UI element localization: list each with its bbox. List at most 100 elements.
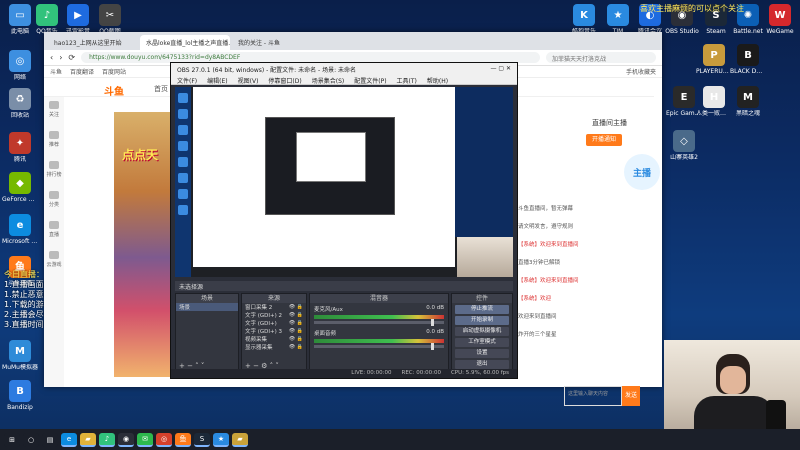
obs-control-button[interactable]: 停止推流: [455, 305, 509, 314]
source-item[interactable]: 视频采集 👁 🔒: [242, 335, 306, 343]
desktop-icon-label: 黑暗之魂: [735, 110, 760, 117]
obs-menu-item[interactable]: 停靠窗口(D): [268, 76, 301, 85]
obs-menu-item[interactable]: 文件(F): [177, 76, 197, 85]
mixer-track-name: 桌面音频: [314, 331, 337, 337]
taskbar-qq-music-icon[interactable]: ♪: [99, 432, 115, 447]
app-icon: ★: [607, 4, 629, 26]
taskbar-obs-icon[interactable]: ◉: [118, 432, 134, 447]
source-properties-bar: 未选择源: [175, 281, 513, 291]
desktop-icon-label: GeForce Experience: [2, 196, 38, 203]
taskbar-douyu-icon[interactable]: 鱼: [175, 432, 191, 447]
obs-control-button[interactable]: 启动虚拟摄像机: [455, 327, 509, 336]
eye-lock-icon[interactable]: 👁 🔒: [289, 304, 303, 310]
eye-lock-icon[interactable]: 👁 🔒: [289, 320, 303, 326]
rail-item[interactable]: 关注: [44, 97, 64, 127]
rail-item[interactable]: 分类: [44, 187, 64, 217]
taskbar-steam-icon[interactable]: S: [194, 432, 210, 447]
browser-tab[interactable]: hao123_上网从这里开始: [48, 35, 138, 50]
desktop-icon[interactable]: P PLAYERUNKNOWN'S BATTLEGROUNDS: [696, 44, 732, 75]
taskbar-edge-icon[interactable]: e: [61, 432, 77, 447]
desktop-icon[interactable]: K酷狗音乐: [566, 4, 602, 35]
source-item[interactable]: 显示器采集 👁 🔒: [242, 343, 306, 351]
desktop-icon[interactable]: ✂QQ截图: [92, 4, 128, 35]
rail-item[interactable]: 推荐: [44, 127, 64, 157]
eye-lock-icon[interactable]: 👁 🔒: [289, 336, 303, 342]
taskbar-tim-icon[interactable]: ★: [213, 432, 229, 447]
bookmark[interactable]: 百度翻译: [70, 67, 94, 76]
rail-label: 关注: [48, 112, 59, 118]
obs-control-button[interactable]: 开始录制: [455, 316, 509, 325]
desktop-icon[interactable]: W WeGame: [762, 4, 798, 35]
app-icon: ♻: [9, 88, 31, 110]
bookmark[interactable]: 百度网站: [102, 67, 126, 76]
taskbar-explorer-icon[interactable]: ▰: [80, 432, 96, 447]
browser-search-input[interactable]: 加菲猫天天打洛克战: [546, 52, 656, 63]
desktop-icon[interactable]: ◇ 山寨英雄2: [666, 130, 702, 161]
desktop-icon[interactable]: M MuMu模拟器: [2, 340, 38, 371]
eye-lock-icon[interactable]: 👁 🔒: [289, 312, 303, 318]
mixer-track: 桌面音频 0.0 dB: [310, 327, 448, 351]
desktop-icon[interactable]: ★TIM: [600, 4, 636, 35]
rail-item[interactable]: 直播: [44, 217, 64, 247]
obs-menu-item[interactable]: 配置文件(P): [354, 76, 386, 85]
controls-dock-header: 控件: [452, 294, 512, 303]
taskbar-wechat-icon[interactable]: ✉: [137, 432, 153, 447]
back-icon[interactable]: ‹: [50, 53, 53, 62]
taskbar-start-icon[interactable]: ⊞: [4, 432, 20, 447]
browser-tab[interactable]: 我的关注 - 斗鱼: [232, 35, 322, 50]
obs-window: OBS 27.0.1 (64 bit, windows) - 配置文件: 未命名…: [170, 62, 518, 379]
chat-message: 欢迎来到直播间: [518, 314, 557, 320]
bookmark[interactable]: 手机收藏夹: [626, 67, 656, 76]
controls-dock: 控件 停止推流开始录制启动虚拟摄像机 工作室模式设置退出: [451, 293, 513, 373]
rail-item[interactable]: 排行榜: [44, 157, 64, 187]
taskbar-search-icon[interactable]: ○: [23, 432, 39, 447]
source-item[interactable]: 文字 (GDI+) 👁 🔒: [242, 319, 306, 327]
chat-message: 【系统】欢迎来到直播间: [518, 242, 579, 248]
desktop-icon[interactable]: ✦ 腾讯: [2, 132, 38, 163]
desktop-icon[interactable]: B BLACK DESERT: [730, 44, 766, 75]
desktop-icon[interactable]: e Microsoft Edge: [2, 214, 38, 245]
obs-control-button[interactable]: 工作室模式: [455, 338, 509, 347]
desktop-icon[interactable]: B Bandizip: [2, 380, 38, 411]
refresh-icon[interactable]: ⟳: [68, 53, 75, 62]
browser-tab-active[interactable]: 水晶loke直播_lol主播之声直播...: [140, 35, 230, 50]
obs-menu-item[interactable]: 场景集合(S): [312, 76, 345, 85]
douyu-logo[interactable]: 斗鱼: [104, 83, 124, 98]
obs-control-button[interactable]: 设置: [455, 349, 509, 358]
window-controls[interactable]: — ▢ ✕: [490, 65, 511, 73]
rail-icon: [49, 251, 59, 259]
scene-item[interactable]: 场景: [176, 303, 238, 311]
volume-fader[interactable]: [314, 343, 444, 350]
eye-lock-icon[interactable]: 👁 🔒: [289, 328, 303, 334]
obs-menu-item[interactable]: 工具(T): [397, 76, 417, 85]
bookmark[interactable]: 斗鱼: [50, 67, 62, 76]
source-item[interactable]: 文字 (GDI+) 3 👁 🔒: [242, 327, 306, 335]
chat-message: 请文明发言，遵守规则: [518, 224, 574, 230]
desktop-icon[interactable]: M 黑暗之魂: [730, 86, 766, 117]
desktop-icon[interactable]: ◆ GeForce Experience: [2, 172, 38, 203]
obs-control-button[interactable]: 退出: [455, 360, 509, 369]
forward-icon[interactable]: ›: [59, 53, 62, 62]
desktop-icon[interactable]: ♻ 回收站: [2, 88, 38, 119]
desktop-icon[interactable]: ▶迅雷影音: [60, 4, 96, 35]
site-nav-home[interactable]: 首页: [154, 84, 168, 94]
volume-fader[interactable]: [314, 319, 444, 326]
taskbar-folder-icon[interactable]: ▰: [232, 432, 248, 447]
desktop-icon[interactable]: H 人类一败涂地 Human Fall Flat: [696, 86, 732, 117]
obs-menu-item[interactable]: 编辑(E): [207, 76, 227, 85]
send-button[interactable]: 发送: [622, 386, 640, 406]
source-item[interactable]: 窗口采集 2 👁 🔒: [242, 303, 306, 311]
mixer-track: 麦克风/Aux 0.0 dB: [310, 303, 448, 327]
desktop-icon[interactable]: ◎ 网络: [2, 50, 38, 81]
chat-input[interactable]: 这里输入聊天内容: [564, 386, 622, 406]
obs-preview[interactable]: [175, 87, 513, 277]
obs-menu-item[interactable]: 视图(V): [238, 76, 259, 85]
taskbar-chrome-icon[interactable]: ◎: [156, 432, 172, 447]
notify-button[interactable]: 开播通知: [586, 134, 622, 146]
eye-lock-icon[interactable]: 👁 🔒: [289, 344, 303, 350]
desktop-icon-label: OBS Studio: [665, 28, 699, 35]
rail-item[interactable]: 云游戏: [44, 247, 64, 277]
source-item[interactable]: 文字 (GDI+) 2 👁 🔒: [242, 311, 306, 319]
taskbar-task-view-icon[interactable]: ▤: [42, 432, 58, 447]
obs-menu-item[interactable]: 帮助(H): [427, 76, 448, 85]
